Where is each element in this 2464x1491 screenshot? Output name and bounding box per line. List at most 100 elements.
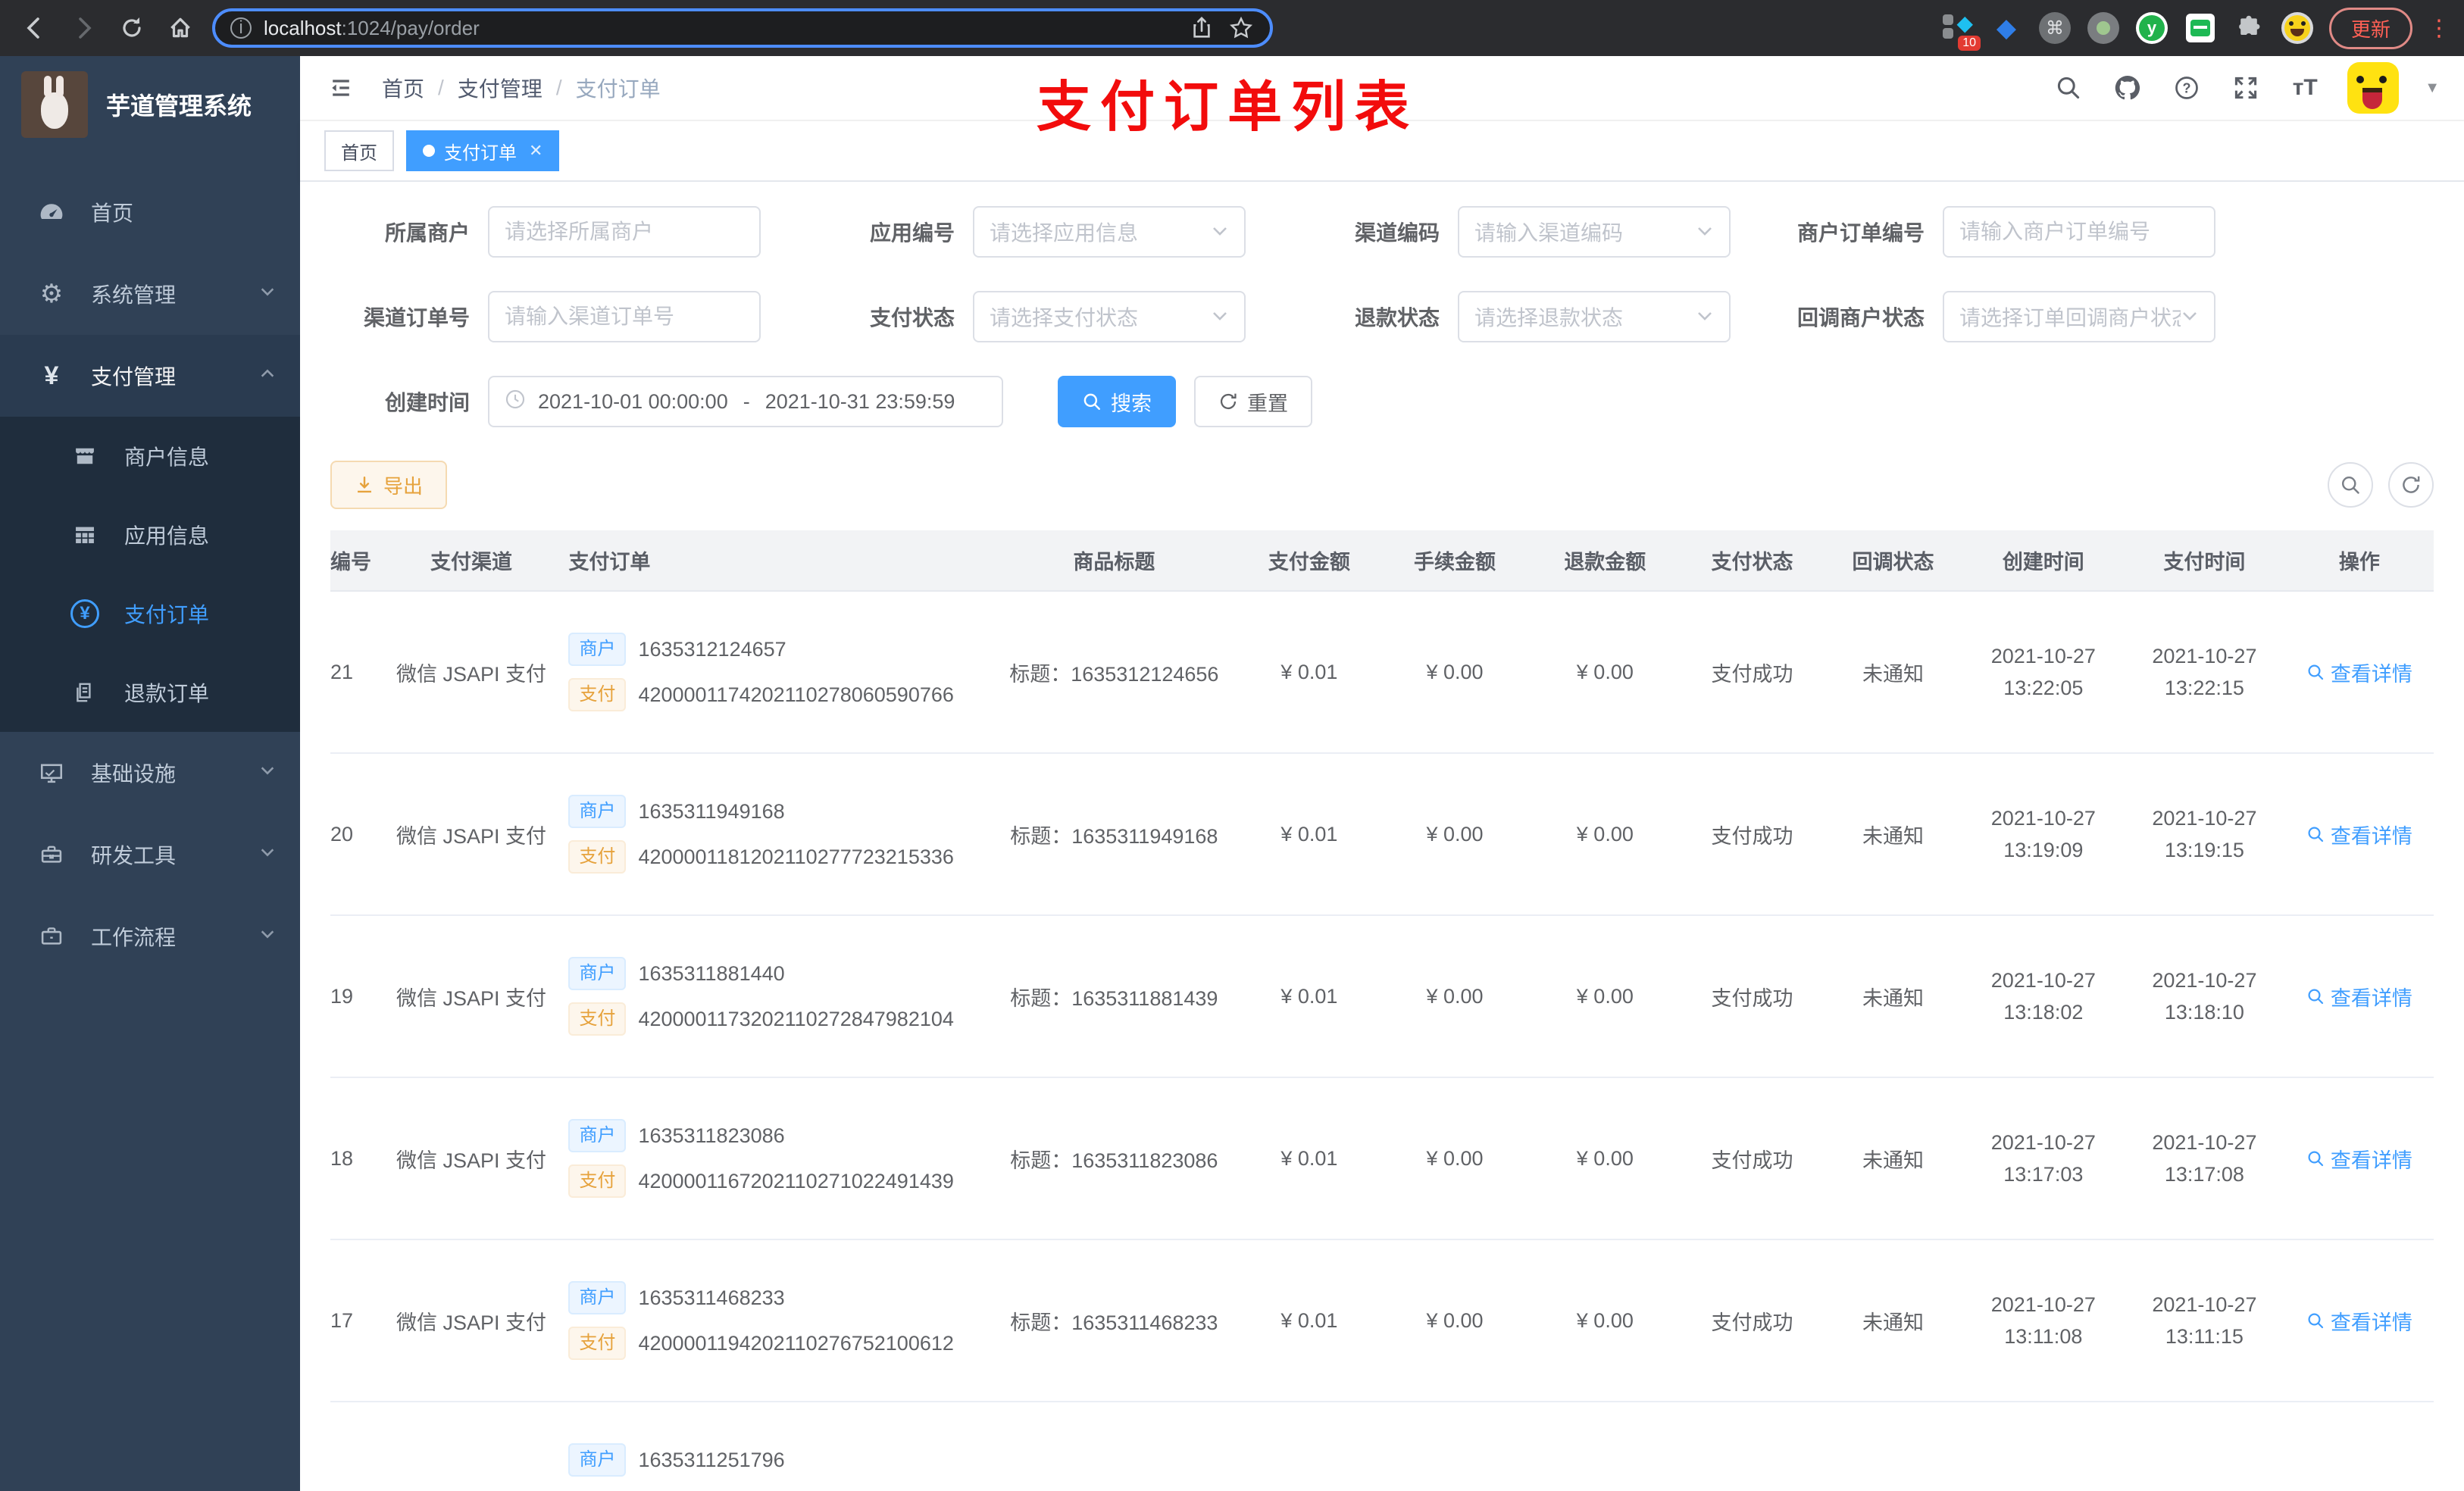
forward-icon[interactable] (67, 11, 100, 45)
view-detail-link[interactable]: 查看详情 (2306, 820, 2412, 849)
date-end: 2021-10-31 23:59:59 (765, 389, 955, 413)
export-button[interactable]: 导出 (330, 461, 448, 509)
site-info-icon[interactable]: i (230, 17, 252, 39)
address-bar[interactable]: i localhost:1024/pay/order (212, 8, 1273, 48)
avatar-caret-icon[interactable]: ▼ (2425, 80, 2440, 97)
chevron-up-icon (259, 365, 276, 386)
pay-order-table: 编号 支付渠道 支付订单 商品标题 支付金额 手续金额 退款金额 支付状态 回调… (330, 530, 2434, 1491)
filter-notify-status: 回调商户状态 请选择订单回调商户状态 (1785, 291, 2215, 342)
merchant-input[interactable] (505, 220, 744, 244)
cell-order-no: 商户 1635311468233 支付 42000011942021102767… (556, 1239, 990, 1402)
share-icon[interactable] (1188, 14, 1215, 42)
sidebar-item-infra[interactable]: 基础设施 (0, 732, 300, 814)
toggle-search-button[interactable] (2328, 462, 2373, 508)
view-detail-link[interactable]: 查看详情 (2306, 982, 2412, 1011)
table-header-row: 编号 支付渠道 支付订单 商品标题 支付金额 手续金额 退款金额 支付状态 回调… (330, 530, 2434, 592)
sidebar-menu: 首页 ⚙ 系统管理 ¥ 支付管理 商户信息 应用信息 ¥ 支付订单 退款订单 基… (0, 150, 300, 977)
filter-channel-code: 渠道编码 请输入渠道编码 (1300, 206, 1731, 258)
sidebar-item-merchant-info[interactable]: 商户信息 (0, 417, 300, 495)
sidebar-item-home[interactable]: 首页 (0, 171, 300, 253)
close-icon[interactable]: ✕ (529, 141, 543, 161)
extensions-puzzle-icon[interactable] (2232, 11, 2265, 45)
sidebar-item-refund-order[interactable]: 退款订单 (0, 653, 300, 732)
home-icon[interactable] (164, 11, 197, 45)
browser-update-button[interactable]: 更新 (2328, 7, 2412, 49)
refund-status-select[interactable]: 请选择退款状态 (1458, 291, 1731, 342)
breadcrumb-home[interactable]: 首页 (382, 73, 424, 103)
breadcrumb-payment[interactable]: 支付管理 (458, 73, 543, 103)
fullscreen-icon[interactable] (2229, 71, 2262, 105)
view-detail-link[interactable]: 查看详情 (2306, 658, 2412, 687)
cell-amount: ¥ 0.01 (1237, 753, 1381, 916)
cell-title: 标题：1635311881439 (990, 915, 1238, 1078)
merchant-order-no: 1635312124657 (638, 637, 786, 661)
cell-fee: ¥ 0.00 (1380, 1239, 1530, 1402)
filter-channel-order-no: 渠道订单号 (330, 291, 761, 342)
cell-order-no: 商户 1635311949168 支付 42000011812021102777… (556, 753, 990, 916)
cell-refund: ¥ 0.00 (1529, 591, 1681, 754)
cell-channel: 微信 JSAPI 支付 (386, 915, 557, 1078)
sidebar-item-workflow[interactable]: 工作流程 (0, 896, 300, 977)
sidebar-fold-icon[interactable] (324, 71, 358, 105)
chat-extension-icon[interactable] (2184, 11, 2217, 45)
cell-actions: 查看详情 (2284, 591, 2434, 754)
y-extension-icon[interactable]: y (2135, 11, 2169, 45)
filter-row-3: 创建时间 2021-10-01 00:00:00 - 2021-10-31 23… (330, 376, 2434, 427)
notify-status-select[interactable]: 请选择订单回调商户状态 (1943, 291, 2215, 342)
app-logo-rabbit-image (21, 71, 88, 138)
pay-order-no: 4200001167202110271022491439 (638, 1169, 954, 1192)
monitor-icon (33, 755, 70, 791)
reload-icon[interactable] (115, 11, 149, 45)
cell-pay-time (2124, 1402, 2285, 1491)
briefcase-icon (33, 918, 70, 955)
app-id-select[interactable]: 请选择应用信息 (973, 206, 1246, 258)
channel-order-no-input[interactable] (505, 305, 744, 329)
date-start: 2021-10-01 00:00:00 (538, 389, 728, 413)
sidebar-item-pay-order[interactable]: ¥ 支付订单 (0, 574, 300, 653)
pay-order-no: 4200001194202110276752100612 (638, 1331, 954, 1355)
pay-order-no: 4200001174202110278060590766 (638, 683, 954, 706)
table-row: 21 微信 JSAPI 支付 商户 1635312124657 支付 42000… (330, 591, 2434, 754)
font-size-icon[interactable]: ᴛT (2288, 71, 2322, 105)
sidebar-item-app-info[interactable]: 应用信息 (0, 495, 300, 574)
recorder-extension-icon[interactable] (2087, 11, 2120, 45)
table-row: 19 微信 JSAPI 支付 商户 1635311881440 支付 42000… (330, 915, 2434, 1078)
cell-fee (1380, 1402, 1530, 1491)
search-button[interactable]: 搜索 (1058, 376, 1176, 427)
back-icon[interactable] (18, 11, 52, 45)
view-detail-link[interactable]: 查看详情 (2306, 1144, 2412, 1174)
user-avatar[interactable] (2347, 62, 2400, 114)
cell-refund (1529, 1402, 1681, 1491)
cell-title (990, 1402, 1238, 1491)
view-detail-link[interactable]: 查看详情 (2306, 1306, 2412, 1336)
bookmark-star-icon[interactable] (1227, 14, 1255, 42)
cell-notify-status: 未通知 (1823, 1077, 1963, 1240)
help-icon[interactable]: ? (2170, 71, 2203, 105)
cell-pay-status (1681, 1402, 1824, 1491)
channel-code-select[interactable]: 请输入渠道编码 (1458, 206, 1731, 258)
cell-title: 标题：1635311468233 (990, 1239, 1238, 1402)
sidebar-item-dev-tools[interactable]: 研发工具 (0, 814, 300, 896)
emoji-extension-icon[interactable] (2281, 11, 2314, 45)
reset-button[interactable]: 重置 (1194, 376, 1312, 427)
app-logo-row[interactable]: 芋道管理系统 (0, 56, 300, 150)
cell-channel: 微信 JSAPI 支付 (386, 753, 557, 916)
refresh-button[interactable] (2388, 462, 2434, 508)
pay-status-select[interactable]: 请选择支付状态 (973, 291, 1246, 342)
wallet-extension-icon[interactable]: ◆ 10 (1941, 11, 1981, 51)
table-row: 18 微信 JSAPI 支付 商户 1635311823086 支付 42000… (330, 1077, 2434, 1240)
sidebar-item-payment[interactable]: ¥ 支付管理 (0, 335, 300, 417)
merchant-order-no-input[interactable] (1959, 220, 2199, 244)
github-icon[interactable] (2111, 71, 2144, 105)
command-extension-icon[interactable]: ⌘ (2038, 11, 2072, 45)
search-icon[interactable] (2052, 71, 2085, 105)
browser-menu-icon[interactable]: ⋮ (2428, 15, 2450, 42)
date-range-picker[interactable]: 2021-10-01 00:00:00 - 2021-10-31 23:59:5… (488, 376, 1003, 427)
chevron-down-icon (259, 283, 276, 305)
cell-refund: ¥ 0.00 (1529, 1239, 1681, 1402)
cell-pay-time: 2021-10-27 13:22:15 (2124, 591, 2285, 754)
gem-extension-icon[interactable]: ◆ (1990, 11, 2023, 45)
tab-home[interactable]: 首页 (324, 130, 394, 171)
tab-pay-order[interactable]: 支付订单 ✕ (406, 130, 560, 171)
sidebar-item-system[interactable]: ⚙ 系统管理 (0, 253, 300, 335)
